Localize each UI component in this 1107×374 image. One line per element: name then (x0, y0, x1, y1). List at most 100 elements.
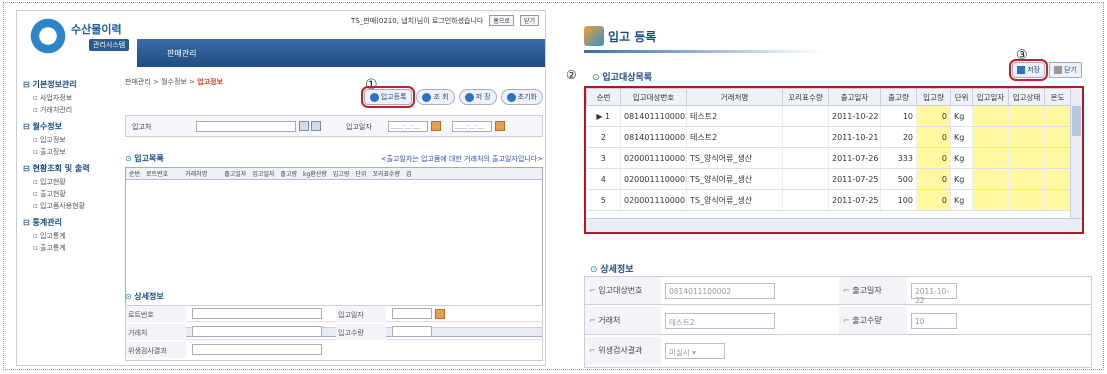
in-status-cell[interactable] (1008, 147, 1045, 169)
target-list-grid[interactable]: 순번 입고대상번호 거래처명 꼬리표수량 출고일자 출고량 입고량 단위 입고일… (584, 86, 1084, 234)
in-date-input[interactable] (392, 308, 432, 319)
column-header[interactable]: 입고량 (330, 169, 353, 178)
sidebar-item[interactable]: ▫ 입고현황 (23, 176, 119, 188)
in-date-cell[interactable] (972, 147, 1009, 169)
temperature-cell[interactable] (1044, 126, 1071, 148)
calendar-icon[interactable] (435, 309, 445, 319)
partner-input[interactable] (192, 326, 322, 337)
sidebar-item[interactable]: ▫ 출고정보 (23, 146, 119, 158)
temperature-cell[interactable] (1044, 105, 1071, 127)
close-button[interactable]: 닫기 (1049, 62, 1082, 78)
column-header[interactable]: 꼬리표수량 (369, 169, 403, 178)
sidebar-group-header[interactable]: ⊟ 통계관리 (23, 215, 119, 230)
ship-qty: 333 (880, 147, 917, 169)
table-row[interactable]: 2 0814011100002 테스트2 2011-10-21 20 0 Kg (586, 126, 1071, 148)
in-qty-input[interactable] (392, 326, 432, 337)
column-header[interactable]: 입고일자 (249, 169, 277, 178)
ship-qty-label: 출고수량 (839, 307, 907, 334)
reset-button[interactable]: 초기화 (500, 89, 543, 105)
column-header[interactable]: 거래처명 (171, 169, 221, 178)
vertical-scrollbar[interactable] (1070, 88, 1082, 218)
ship-date: 2011-07-25 (828, 189, 881, 211)
sidebar-group-header[interactable]: ⊟ 현황조회 및 출력 (23, 161, 119, 176)
scroll-thumb[interactable] (1072, 106, 1081, 136)
column-header[interactable]: 단위 (352, 169, 369, 178)
sidebar-item[interactable]: ▫ 출고현황 (23, 188, 119, 200)
column-header[interactable]: 입고량 (916, 88, 951, 106)
in-date-cell[interactable] (972, 189, 1009, 211)
table-row[interactable]: 3 0200011100003 TS_양식어류_생산 2011-07-26 33… (586, 147, 1071, 169)
close-button[interactable]: 닫기 (519, 15, 539, 26)
column-header[interactable]: 출고량 (880, 88, 917, 106)
tab-sales-management[interactable]: 판매관리 (167, 48, 196, 59)
in-qty-cell[interactable]: 0 (916, 168, 951, 190)
target-number: 0814011100002 (620, 126, 687, 148)
sidebar-item[interactable]: ▫ 사업자정보 (23, 92, 119, 104)
calendar-icon[interactable] (495, 121, 505, 131)
register-button[interactable]: 입고등록 (360, 86, 416, 108)
partner-name: 테스트2 (686, 126, 783, 148)
target-list-title: 입고대상목록 (592, 70, 652, 83)
lot-input[interactable] (192, 308, 322, 319)
header-row: 순번 입고대상번호 거래처명 꼬리표수량 출고일자 출고량 입고량 단위 입고일… (586, 88, 1071, 106)
in-qty-cell[interactable]: 0 (916, 147, 951, 169)
column-header[interactable]: 거래처명 (686, 88, 783, 106)
in-status-cell[interactable] (1008, 105, 1045, 127)
in-qty-label: 입고수량 (336, 324, 386, 340)
in-date-cell[interactable] (972, 105, 1009, 127)
in-status-cell[interactable] (1008, 168, 1045, 190)
column-header[interactable]: 출고량 (277, 169, 300, 178)
sidebar-group-header[interactable]: ⊟ 기본정보관리 (23, 77, 119, 92)
column-header[interactable]: 입고일자 (972, 88, 1009, 106)
temperature-cell[interactable] (1044, 189, 1071, 211)
temperature-cell[interactable] (1044, 168, 1071, 190)
column-header[interactable]: 순번 (586, 88, 621, 106)
target-number-field[interactable]: 0814011100002 (665, 283, 775, 299)
ship-date-field[interactable]: 2011-10-22 (911, 283, 957, 305)
column-header[interactable]: kg환산량 (300, 169, 330, 178)
in-qty-cell[interactable]: 0 (916, 189, 951, 211)
in-qty-cell[interactable]: 0 (916, 126, 951, 148)
hygiene-select[interactable]: 미실시 ▾ (665, 343, 725, 359)
lookup-icon[interactable] (299, 121, 309, 131)
hygiene-input[interactable] (192, 344, 322, 355)
temperature-cell[interactable] (1044, 147, 1071, 169)
date-to-input[interactable]: ____-__-__ (452, 121, 492, 132)
save-button[interactable]: 저 장 (458, 89, 497, 105)
sidebar-item[interactable]: ▫ 입고정보 (23, 134, 119, 146)
column-header[interactable]: 출고일자 (221, 169, 249, 178)
sidebar-item[interactable]: ▫ 출고통계 (23, 242, 119, 254)
home-button[interactable]: 홈으로 (489, 15, 514, 26)
sidebar-group-header[interactable]: ⊟ 월수정보 (23, 119, 119, 134)
column-header[interactable]: 온도 (1044, 88, 1071, 106)
column-header[interactable]: 순번 (126, 169, 143, 178)
in-status-cell[interactable] (1008, 189, 1045, 211)
column-header[interactable]: 입고대상번호 (620, 88, 687, 106)
in-qty-cell[interactable]: 0 (916, 105, 951, 127)
in-status-cell[interactable] (1008, 126, 1045, 148)
clear-icon[interactable] (311, 121, 321, 131)
column-header[interactable]: 로트번호 (143, 169, 171, 178)
column-header[interactable]: 검 (403, 169, 415, 178)
column-header[interactable]: 출고일자 (828, 88, 881, 106)
table-row[interactable]: ▶ 1 0814011100002 테스트2 2011-10-22 10 0 K… (586, 105, 1071, 127)
column-header[interactable]: 단위 (950, 88, 973, 106)
sidebar-item[interactable]: ▫ 거래처관리 (23, 104, 119, 116)
save-button[interactable]: 저장 (1009, 59, 1049, 81)
app-logo[interactable]: 수산물이력 관리시스템 (27, 15, 137, 57)
search-button[interactable]: 조 회 (416, 89, 455, 105)
in-date-cell[interactable] (972, 168, 1009, 190)
calendar-icon[interactable] (431, 121, 441, 131)
column-header[interactable]: 입고상태 (1008, 88, 1045, 106)
column-header[interactable]: 꼬리표수량 (782, 88, 829, 106)
date-from-input[interactable]: ____-__-__ (388, 121, 428, 132)
table-row[interactable]: 4 0200011100002 TS_양식어류_생산 2011-07-25 50… (586, 168, 1071, 190)
table-row[interactable]: 5 0200011100001 TS_양식어류_생산 2011-07-25 10… (586, 189, 1071, 211)
in-date-cell[interactable] (972, 126, 1009, 148)
ship-qty-field[interactable]: 10 (911, 313, 957, 329)
horizontal-scrollbar[interactable] (586, 218, 1082, 232)
partner-input[interactable] (196, 121, 296, 132)
sidebar-item[interactable]: ▫ 입고품사용현황 (23, 200, 119, 212)
sidebar-item[interactable]: ▫ 입고통계 (23, 230, 119, 242)
partner-field[interactable]: 테스트2 (665, 313, 775, 329)
